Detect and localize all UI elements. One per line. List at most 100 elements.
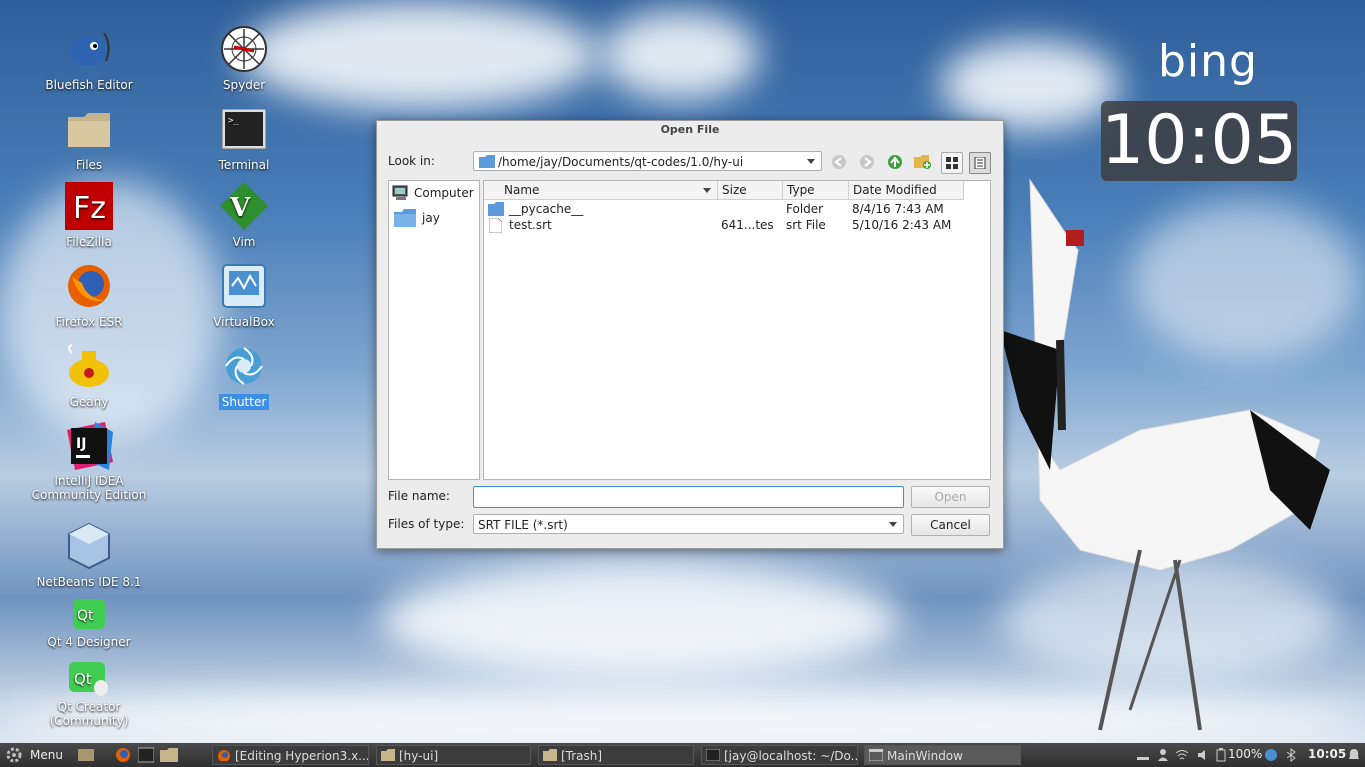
file-name-input[interactable] [473, 486, 904, 508]
taskbar-clock[interactable]: 10:05 [1308, 747, 1346, 761]
desktop-icon-label-line1: Qt Creator [57, 700, 121, 714]
desktop-clock: 10:05 [1101, 101, 1297, 181]
desktop-icon-firefox[interactable]: Firefox ESR [19, 261, 159, 330]
file-type: Folder [786, 202, 824, 216]
file-row[interactable]: test.srt 641...tes srt File 5/10/16 2:43… [484, 217, 964, 233]
task-trash[interactable]: [Trash] [538, 745, 694, 765]
task-firefox[interactable]: [Editing Hyperion3.x... [212, 745, 369, 765]
svg-text:Fz: Fz [73, 191, 106, 226]
qt-designer-icon: Qt [73, 599, 105, 629]
shutter-icon [225, 347, 263, 385]
column-header-label: Date Modified [853, 183, 937, 197]
sidebar-item-label: Computer [414, 186, 474, 200]
svg-text:IJ: IJ [76, 436, 86, 452]
sidebar-item-computer[interactable]: Computer [392, 184, 474, 202]
computer-icon [392, 185, 408, 200]
filezilla-icon: Fz [65, 182, 113, 230]
task-mainwindow[interactable]: MainWindow [864, 745, 1021, 765]
desktop-icon-geany[interactable]: Geany [19, 341, 159, 410]
desktop-icon-shutter[interactable]: Shutter [174, 341, 314, 410]
desktop-icon-intellij[interactable]: IJ IntelliJ IDEA Community Edition [19, 421, 159, 502]
task-terminal[interactable]: [jay@localhost: ~/Do... [701, 745, 858, 765]
file-size: 641...tes [721, 218, 774, 232]
list-view-icon [974, 157, 986, 169]
column-header-name[interactable]: Name [484, 181, 718, 200]
open-button[interactable]: Open [911, 486, 990, 508]
file-icon [489, 218, 502, 233]
battery-icon[interactable] [1216, 748, 1226, 762]
keyboard-icon[interactable] [1136, 749, 1150, 761]
file-date: 8/4/16 7:43 AM [852, 202, 944, 216]
terminal-icon: >_ [222, 109, 266, 149]
desktop-icon-terminal[interactable]: >_ Terminal [174, 104, 314, 173]
sidebar-item-label: jay [422, 211, 440, 225]
volume-icon[interactable] [1197, 748, 1211, 762]
folder-icon [68, 113, 110, 147]
icon-view-button[interactable] [941, 152, 963, 174]
dialog-title[interactable]: Open File [377, 121, 1003, 139]
desktop-icon-qt-designer[interactable]: Qt Qt 4 Designer [19, 597, 159, 650]
task-hy-ui[interactable]: [hy-ui] [376, 745, 531, 765]
folder-icon [394, 209, 416, 227]
window-icon [869, 749, 883, 761]
sidebar-item-jay[interactable]: jay [392, 208, 440, 228]
chevron-down-icon [889, 522, 897, 527]
firefox-icon[interactable] [115, 747, 131, 763]
desktop-icon-qt-creator[interactable]: Qt Qt Creator (Community) [19, 661, 159, 728]
desktop-icon-label: NetBeans IDE 8.1 [36, 575, 142, 589]
desktop-icon-label: Geany [69, 395, 109, 409]
new-folder-icon [914, 155, 931, 169]
netbeans-icon [68, 522, 110, 570]
folder-icon [381, 749, 395, 761]
desktop-icon-label-line1: IntelliJ IDEA [54, 474, 124, 488]
network-icon[interactable] [1175, 748, 1189, 762]
cancel-button[interactable]: Cancel [911, 514, 990, 536]
look-in-combo[interactable]: /home/jay/Documents/qt-codes/1.0/hy-ui [473, 151, 822, 171]
terminal-icon [706, 749, 720, 761]
user-icon[interactable] [1157, 748, 1169, 762]
desktop-icon-files[interactable]: Files [19, 104, 159, 173]
taskbar: Menu [Editing Hyperion3.x... [hy-ui] [Tr… [0, 743, 1365, 767]
svg-text:Qt: Qt [74, 670, 92, 688]
detail-view-button[interactable] [969, 152, 991, 174]
battery-percent: 100% [1228, 747, 1263, 761]
show-desktop-icon[interactable] [77, 747, 95, 763]
desktop-icon-spyder[interactable]: Spyder [174, 24, 314, 93]
notifications-icon[interactable] [1348, 748, 1360, 762]
file-row[interactable]: __pycache__ Folder 8/4/16 7:43 AM [484, 201, 964, 217]
update-icon[interactable] [1264, 748, 1278, 762]
grid-view-icon [946, 157, 958, 169]
column-header-date[interactable]: Date Modified [849, 181, 964, 200]
desktop-icon-label: VirtualBox [213, 315, 275, 329]
desktop-icon-netbeans[interactable]: NetBeans IDE 8.1 [19, 521, 159, 590]
spyder-icon [221, 26, 267, 72]
column-header-size[interactable]: Size [718, 181, 783, 200]
menu-button[interactable]: Menu [4, 745, 63, 765]
virtualbox-icon [222, 264, 266, 308]
folder-icon[interactable] [160, 747, 178, 763]
bluetooth-icon[interactable] [1285, 748, 1297, 762]
column-header-label: Type [787, 183, 815, 197]
desktop-icon-virtualbox[interactable]: VirtualBox [174, 261, 314, 330]
parent-directory-button[interactable] [885, 152, 905, 172]
desktop-icon-label: Spyder [222, 78, 266, 92]
column-header-label: Name [504, 183, 540, 197]
back-button[interactable] [829, 152, 849, 172]
bing-logo: bing [1158, 36, 1258, 87]
desktop-icon-label: Vim [232, 235, 256, 249]
intellij-icon: IJ [67, 422, 113, 470]
desktop-icon-label: Shutter [218, 394, 270, 410]
column-header-type[interactable]: Type [783, 181, 849, 200]
terminal-icon[interactable] [138, 747, 154, 763]
firefox-icon [68, 265, 110, 307]
desktop-icon-filezilla[interactable]: Fz FileZilla [19, 181, 159, 250]
desktop-icon-bluefish[interactable]: Bluefish Editor [19, 24, 159, 93]
geany-icon [68, 344, 109, 387]
new-folder-button[interactable] [913, 152, 933, 172]
forward-button[interactable] [857, 152, 877, 172]
menu-label: Menu [30, 748, 63, 762]
desktop-icon-vim[interactable]: V Vim [174, 181, 314, 250]
files-of-type-combo[interactable]: SRT FILE (*.srt) [473, 514, 904, 534]
files-of-type-label: Files of type: [388, 517, 465, 531]
desktop-icon-label: Qt 4 Designer [47, 635, 131, 649]
